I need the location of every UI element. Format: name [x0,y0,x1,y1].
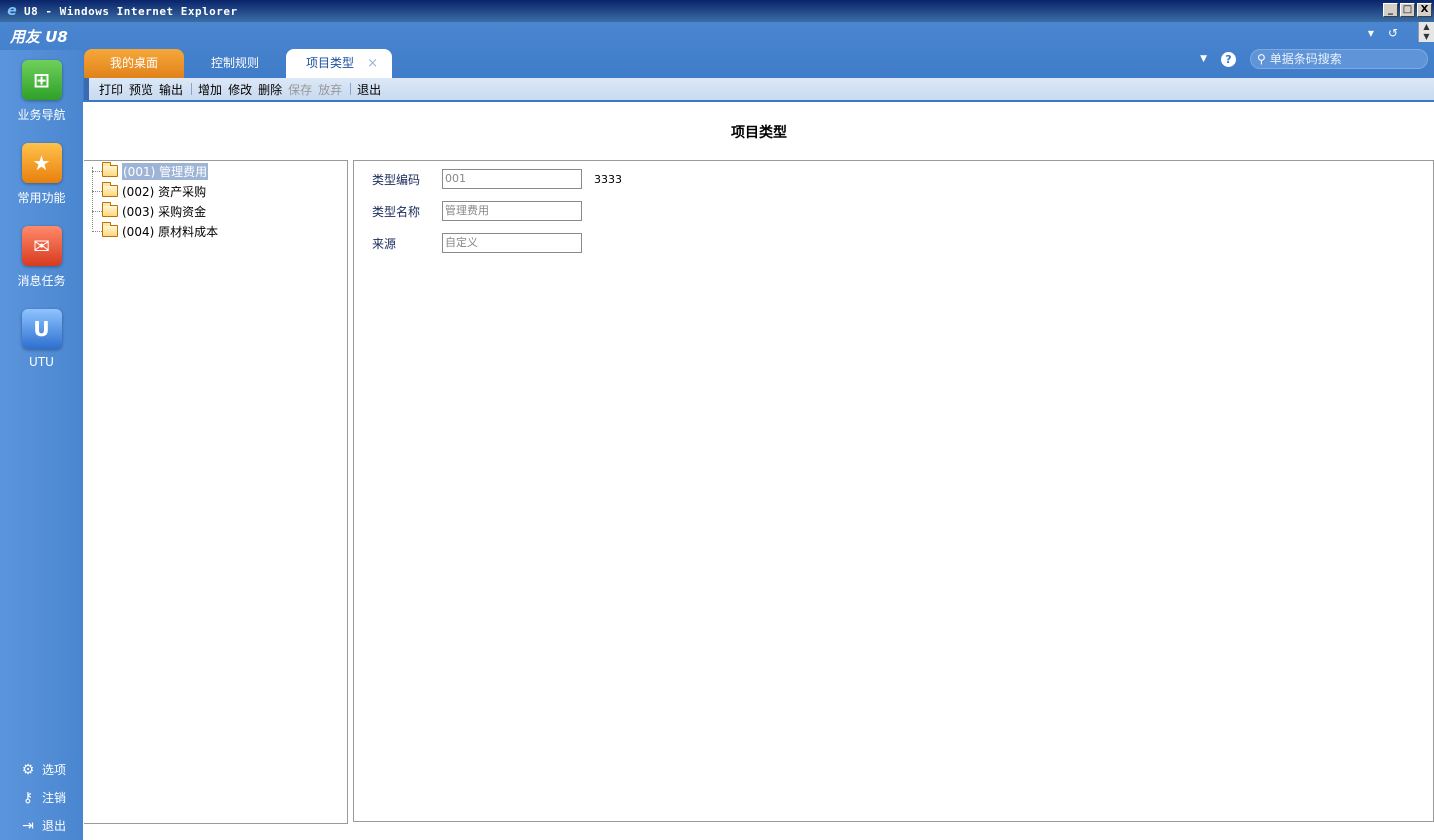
tree-connector [92,167,93,229]
main-content: 项目类型 (001) 管理费用 (002) 资产采购 (003) 采购资金 (0… [84,102,1434,840]
left-nav: ⊞ 业务导航 ★ 常用功能 ✉ 消息任务 U UTU ⚙ 选项 ⚷ 注销 ⇥ 退… [0,50,83,840]
header-right-controls: ▼ ? ⚲ [1200,49,1428,69]
tab-project-type[interactable]: 项目类型 × [286,49,392,78]
exit-icon: ⇥ [22,817,34,834]
code-extra-text: 3333 [594,172,622,186]
export-button[interactable]: 输出 [159,81,183,98]
window-title: U8 - Windows Internet Explorer [24,4,238,18]
tab-project-type-label: 项目类型 [306,56,355,70]
exit-button[interactable]: 退出 [357,81,381,98]
nav-options-label: 选项 [42,763,67,777]
tab-bar: 我的桌面 控制规则 项目类型 × [84,49,392,78]
window-controls: _ □ X [1383,3,1432,17]
collapse-icon[interactable]: ▾ [1368,26,1374,40]
ie-icon: e [7,3,17,19]
discard-button[interactable]: 放弃 [318,81,342,98]
type-code-field[interactable]: 001 [442,169,582,189]
close-window-button[interactable]: X [1417,3,1432,17]
nav-label: 常用功能 [17,191,66,205]
type-name-field[interactable]: 管理费用 [442,201,582,221]
tree-connector [92,191,102,192]
tree-item[interactable]: (004) 原材料成本 [102,222,219,239]
code-row: 类型编码 001 3333 [372,169,622,189]
tab-control-rules[interactable]: 控制规则 [184,49,286,78]
add-button[interactable]: 增加 [198,81,222,98]
nav-common-functions[interactable]: ★ 常用功能 [0,143,83,206]
folder-open-icon [102,162,118,177]
source-label: 来源 [372,236,397,251]
folder-icon [102,222,118,237]
toolbar-separator [191,83,193,95]
nav-exit[interactable]: ⇥ 退出 [20,817,66,834]
print-button[interactable]: 打印 [99,81,123,98]
nav-label: 业务导航 [17,108,66,122]
search-icon: ⚲ [1257,52,1266,66]
nav-message-tasks[interactable]: ✉ 消息任务 [0,226,83,289]
help-icon[interactable]: ? [1221,51,1236,67]
nav-logout-label: 注销 [42,791,67,805]
tree-icon: ⊞ [21,60,62,100]
nav-label: UTU [29,355,54,369]
utu-icon: U [21,309,62,349]
tree-connector [92,171,102,172]
nav-utu[interactable]: U UTU [0,309,83,369]
tree-item-label: (002) 资产采购 [122,184,207,199]
tree-item[interactable]: (003) 采购资金 [102,202,207,219]
tree-item-label: (003) 采购资金 [122,204,207,219]
brand-logo: 用友 U8 [10,28,68,46]
tree-item[interactable]: (001) 管理费用 [102,162,209,180]
type-name-label: 类型名称 [372,204,421,219]
minimize-button[interactable]: _ [1383,3,1398,17]
detail-form: 类型编码 001 3333 类型名称 管理费用 来源 自定义 [353,160,1434,822]
delete-button[interactable]: 删除 [258,81,282,98]
type-code-label: 类型编码 [372,172,421,187]
tree-connector [92,231,102,232]
name-row: 类型名称 管理费用 [372,201,582,221]
tab-my-desktop[interactable]: 我的桌面 [84,49,184,78]
folder-icon [102,202,118,217]
toolbar: 打印 预览 输出 增加 修改 删除 保存 放弃 退出 [84,78,1434,100]
maximize-button[interactable]: □ [1400,3,1415,17]
key-icon: ⚷ [22,789,34,806]
search-input[interactable] [1269,52,1420,66]
tree-connector [92,211,102,212]
window-title-bar: e U8 - Windows Internet Explorer _ □ X [0,0,1434,22]
nav-label: 消息任务 [17,274,66,288]
scroll-spinner[interactable]: ▲ ▼ [1418,22,1434,42]
search-box[interactable]: ⚲ [1250,49,1428,69]
refresh-icon[interactable]: ↺ [1388,26,1398,40]
dropdown-icon[interactable]: ▼ [1200,54,1207,64]
save-button[interactable]: 保存 [288,81,312,98]
star-icon: ★ [21,143,62,183]
nav-business-navigation[interactable]: ⊞ 业务导航 [0,60,83,123]
folder-icon [102,182,118,197]
top-icons: ▾ ↺ [1368,26,1398,40]
source-row: 来源 自定义 [372,233,582,253]
tree-item-label: (001) 管理费用 [122,162,209,180]
page-title: 项目类型 [731,125,787,141]
mail-icon: ✉ [21,226,62,266]
nav-exit-label: 退出 [42,819,67,833]
toolbar-separator [350,83,352,95]
nav-logout[interactable]: ⚷ 注销 [20,789,66,806]
gear-icon: ⚙ [21,761,35,778]
nav-options[interactable]: ⚙ 选项 [20,761,66,778]
edit-button[interactable]: 修改 [228,81,252,98]
project-type-tree: (001) 管理费用 (002) 资产采购 (003) 采购资金 (004) 原… [84,160,348,824]
tree-item-label: (004) 原材料成本 [122,224,219,239]
tab-close-icon[interactable]: × [367,49,378,78]
tree-item[interactable]: (002) 资产采购 [102,182,207,199]
preview-button[interactable]: 预览 [129,81,153,98]
source-field[interactable]: 自定义 [442,233,582,253]
